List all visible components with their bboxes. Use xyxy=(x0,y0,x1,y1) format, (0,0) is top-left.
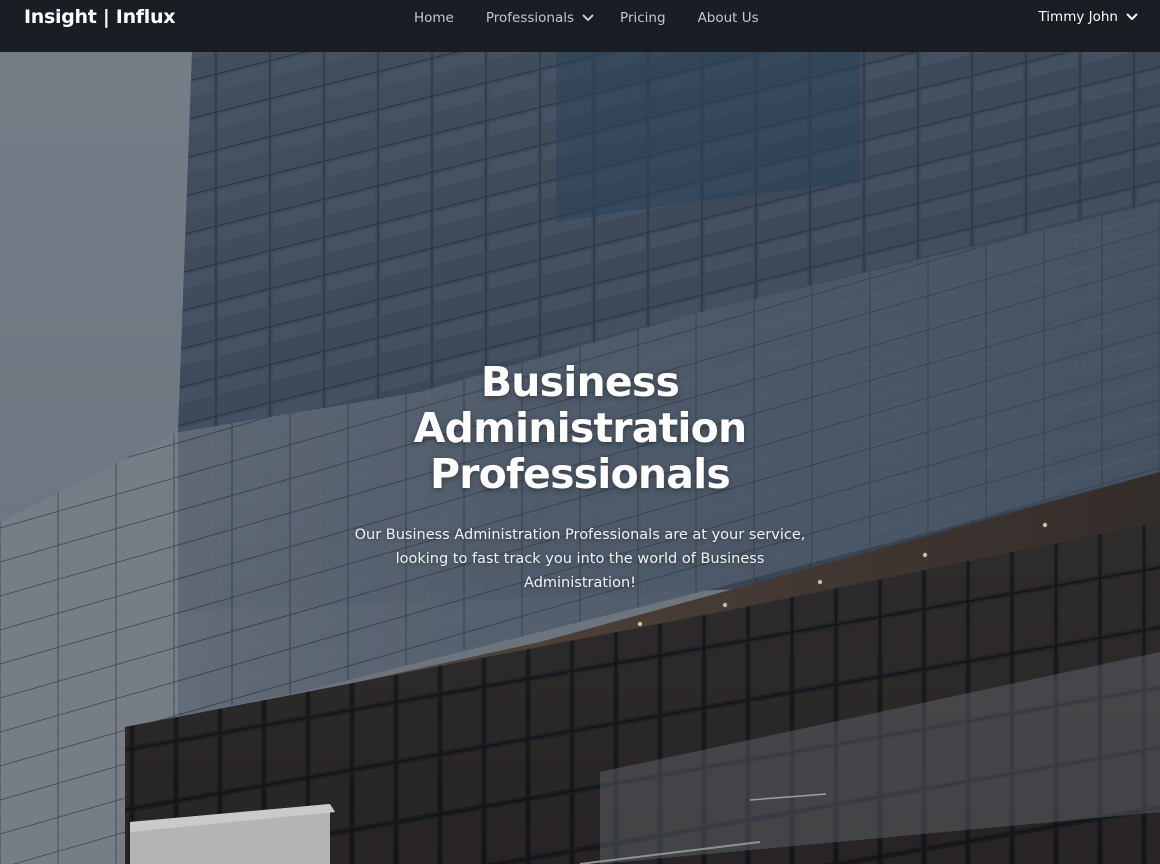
chevron-down-icon xyxy=(1126,13,1138,20)
hero-title: Business Administration Professionals xyxy=(413,358,748,498)
nav-link-professionals-label: Professionals xyxy=(485,10,575,26)
user-name: Timmy John xyxy=(1038,9,1118,25)
nav-link-pricing[interactable]: Pricing xyxy=(620,9,666,27)
hero-section: Business Administration Professionals Ou… xyxy=(0,52,1160,864)
nav-link-about[interactable]: About Us xyxy=(698,9,759,27)
nav-link-home[interactable]: Home xyxy=(414,9,454,27)
nav-link-pricing-label: Pricing xyxy=(620,10,666,26)
main-nav: Home Professionals Pricing About Us xyxy=(414,9,759,27)
top-navbar: Insight | Influx Home Professionals Pric… xyxy=(0,0,1160,52)
nav-link-about-label: About Us xyxy=(697,10,759,26)
hero-subtitle: Our Business Administration Professional… xyxy=(354,527,806,591)
nav-link-home-label: Home xyxy=(414,10,454,26)
user-menu-toggle[interactable]: Timmy John xyxy=(1038,9,1138,25)
brand-logo-link[interactable]: Insight | Influx xyxy=(24,6,175,28)
nav-link-professionals[interactable]: Professionals xyxy=(486,9,594,27)
chevron-down-icon xyxy=(582,14,594,21)
